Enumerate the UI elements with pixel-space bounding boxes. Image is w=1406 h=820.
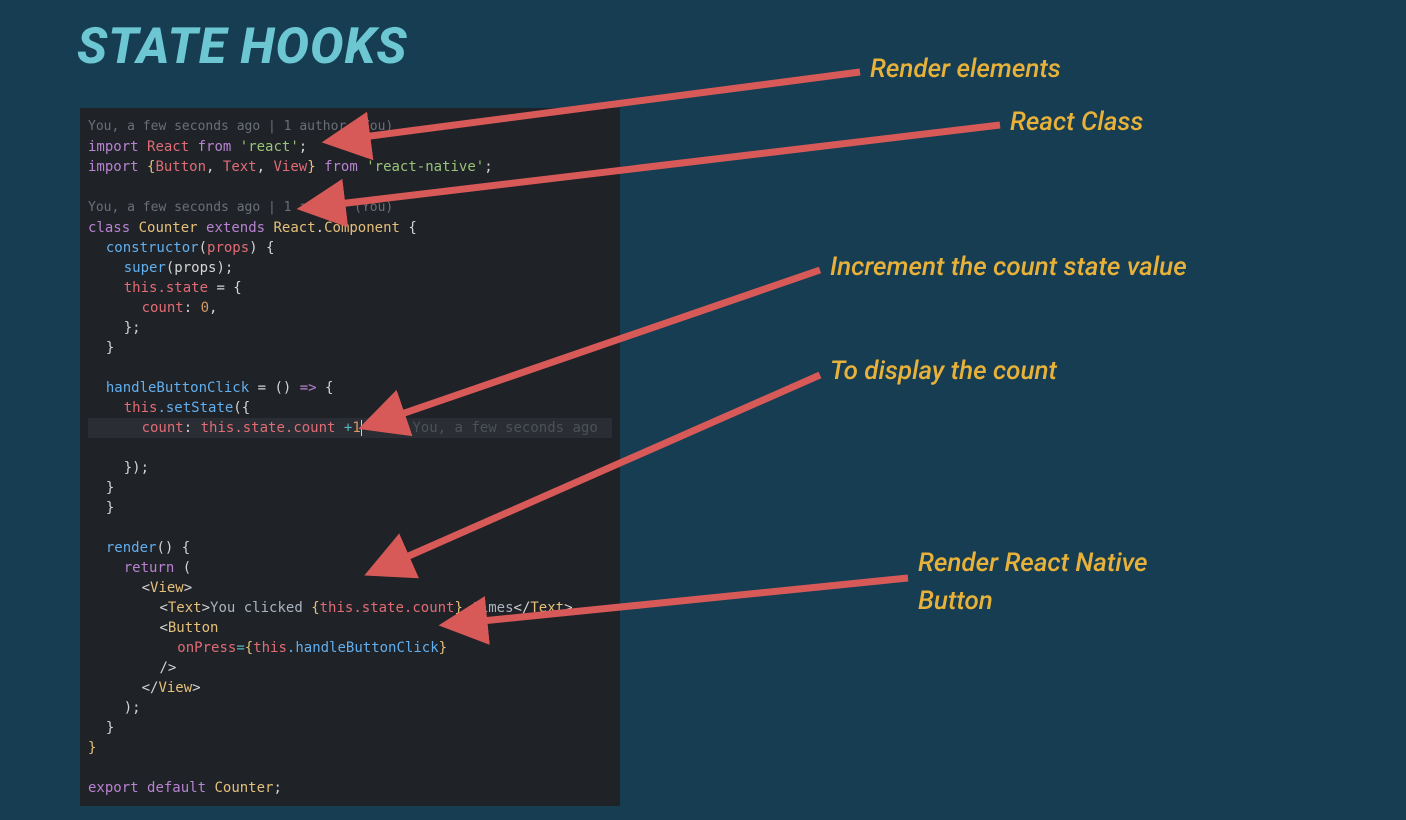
code-block: You, a few seconds ago | 1 author (You) … bbox=[80, 112, 620, 802]
gitlens-annotation-2: You, a few seconds ago | 1 author (You) bbox=[88, 200, 393, 215]
annotation-display-count: To display the count bbox=[830, 356, 1057, 386]
annotation-render-button-2: Button bbox=[918, 586, 993, 616]
gitlens-inline-hint: You, a few seconds ago bbox=[412, 420, 597, 436]
annotation-render-elements: Render elements bbox=[870, 54, 1061, 84]
annotation-react-class: React Class bbox=[1010, 107, 1143, 137]
code-editor-panel: You, a few seconds ago | 1 author (You) … bbox=[80, 108, 620, 806]
annotation-render-button-1: Render React Native bbox=[918, 548, 1148, 578]
annotation-increment-count: Increment the count state value bbox=[830, 252, 1187, 282]
slide-title: STATE HOOKS bbox=[77, 18, 408, 76]
slide: STATE HOOKS You, a few seconds ago | 1 a… bbox=[0, 0, 1406, 820]
gitlens-annotation-1: You, a few seconds ago | 1 author (You) bbox=[88, 119, 393, 134]
